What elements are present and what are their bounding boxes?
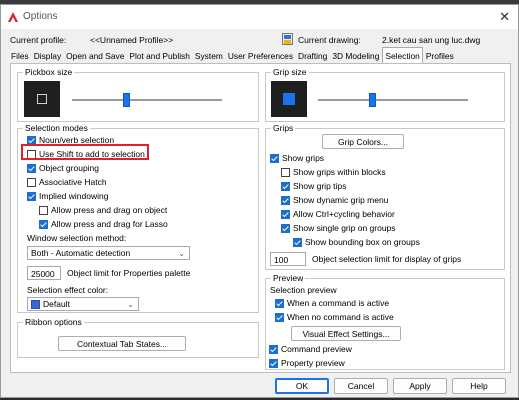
title-bar: Options ✕ xyxy=(1,5,518,29)
grip-size-slider-track xyxy=(318,99,468,101)
object-grouping-checkbox[interactable]: Object grouping xyxy=(27,163,99,173)
checkbox-box[interactable] xyxy=(27,191,36,201)
selection-effect-color-label: Selection effect color: xyxy=(27,285,109,295)
tab-system[interactable]: System xyxy=(193,49,225,63)
grip-limit-input[interactable]: 100 xyxy=(270,252,306,266)
pickbox-square-icon xyxy=(37,94,47,104)
grip-size-group: Grip size xyxy=(265,67,505,122)
checkbox-box[interactable] xyxy=(275,298,284,308)
checkbox-box[interactable] xyxy=(281,195,290,205)
checkbox-box[interactable] xyxy=(281,209,290,219)
command-preview-checkbox[interactable]: Command preview xyxy=(269,344,352,354)
grip-size-slider-thumb[interactable] xyxy=(369,93,376,107)
drawing-file-icon xyxy=(282,33,293,45)
show-bounding-box-on-groups-checkbox[interactable]: Show bounding box on groups xyxy=(293,237,420,247)
checkbox-box[interactable] xyxy=(27,149,36,159)
selection-tab-page: Pickbox size Selection modes Noun/verb s… xyxy=(10,63,511,373)
checkbox-box[interactable] xyxy=(269,358,278,368)
selection-modes-title: Selection modes xyxy=(23,123,90,133)
checkbox-box[interactable] xyxy=(293,237,302,247)
options-dialog: Options ✕ Current profile: <<Unnamed Pro… xyxy=(0,4,519,398)
grips-title: Grips xyxy=(271,123,296,133)
preview-command-active-checkbox[interactable]: When a command is active xyxy=(275,298,389,308)
ribbon-options-group: Ribbon options Contextual Tab States... xyxy=(17,317,259,358)
preview-title: Preview xyxy=(271,273,306,283)
pickbox-slider-thumb[interactable] xyxy=(123,93,130,107)
window-selection-method-label: Window selection method: xyxy=(27,233,127,243)
noun-verb-selection-checkbox[interactable]: Noun/verb selection xyxy=(27,135,114,145)
object-limit-label: Object limit for Properties palette xyxy=(67,268,191,278)
pickbox-title: Pickbox size xyxy=(23,67,75,77)
show-dynamic-grip-menu-checkbox[interactable]: Show dynamic grip menu xyxy=(281,195,388,205)
selection-preview-label: Selection preview xyxy=(270,285,337,295)
contextual-tab-states-button[interactable]: Contextual Tab States... xyxy=(58,336,186,351)
current-drawing-label: Current drawing: xyxy=(298,35,361,45)
checkbox-box[interactable] xyxy=(39,205,48,215)
apply-button[interactable]: Apply xyxy=(393,378,447,394)
press-drag-object-checkbox[interactable]: Allow press and drag on object xyxy=(39,205,167,215)
tab-drafting[interactable]: Drafting xyxy=(296,49,329,63)
grip-limit-label: Object selection limit for display of gr… xyxy=(312,254,462,264)
press-drag-lasso-checkbox[interactable]: Allow press and drag for Lasso xyxy=(39,219,168,229)
help-button[interactable]: Help xyxy=(452,378,506,394)
pickbox-preview xyxy=(24,81,60,117)
color-swatch-icon xyxy=(31,299,40,309)
grip-square-icon xyxy=(283,93,295,105)
checkbox-box[interactable] xyxy=(281,167,290,177)
tab-3d-modeling[interactable]: 3D Modeling xyxy=(330,49,381,63)
chevron-down-icon: ⌄ xyxy=(178,249,185,258)
grip-size-title: Grip size xyxy=(271,67,309,77)
autocad-logo-icon xyxy=(8,12,18,22)
tab-selection[interactable]: Selection xyxy=(382,47,423,63)
checkbox-box[interactable] xyxy=(27,163,36,173)
window-title: Options xyxy=(23,11,58,22)
ok-button[interactable]: OK xyxy=(275,378,329,394)
show-grips-checkbox[interactable]: Show grips xyxy=(270,153,324,163)
show-grips-within-blocks-checkbox[interactable]: Show grips within blocks xyxy=(281,167,386,177)
pickbox-slider-track xyxy=(72,99,222,101)
use-shift-to-add-checkbox[interactable]: Use Shift to add to selection xyxy=(27,149,145,159)
show-single-grip-on-groups-checkbox[interactable]: Show single grip on groups xyxy=(281,223,396,233)
checkbox-box[interactable] xyxy=(27,135,36,145)
current-drawing-value: 2.ket cau san ung luc.dwg xyxy=(382,35,481,45)
selection-effect-color-select[interactable]: Default ⌄ xyxy=(27,297,139,311)
tab-profiles[interactable]: Profiles xyxy=(424,49,456,63)
selection-modes-group: Selection modes Noun/verb selection Use … xyxy=(17,123,259,313)
associative-hatch-checkbox[interactable]: Associative Hatch xyxy=(27,177,107,187)
show-grip-tips-checkbox[interactable]: Show grip tips xyxy=(281,181,346,191)
implied-windowing-checkbox[interactable]: Implied windowing xyxy=(27,191,108,201)
tab-files[interactable]: Files xyxy=(9,49,31,63)
ribbon-options-title: Ribbon options xyxy=(23,317,84,327)
current-profile-value: <<Unnamed Profile>> xyxy=(90,35,174,45)
grips-group: Grips Grip Colors... Show grips Show gri… xyxy=(265,123,505,270)
grip-colors-button[interactable]: Grip Colors... xyxy=(322,134,404,149)
checkbox-box[interactable] xyxy=(281,181,290,191)
pickbox-group: Pickbox size xyxy=(17,67,259,122)
tab-display[interactable]: Display xyxy=(32,49,63,63)
window-selection-method-select[interactable]: Both - Automatic detection ⌄ xyxy=(27,246,190,260)
checkbox-box[interactable] xyxy=(275,312,284,322)
checkbox-box[interactable] xyxy=(270,153,279,163)
grip-size-preview xyxy=(271,81,307,117)
preview-no-command-active-checkbox[interactable]: When no command is active xyxy=(275,312,394,322)
object-limit-input[interactable]: 25000 xyxy=(27,266,61,280)
current-profile-label: Current profile: xyxy=(10,35,67,45)
preview-group: Preview Selection preview When a command… xyxy=(265,273,505,370)
chevron-down-icon: ⌄ xyxy=(127,300,134,309)
tab-open-and-save[interactable]: Open and Save xyxy=(64,49,126,63)
checkbox-box[interactable] xyxy=(269,344,278,354)
allow-ctrl-cycling-checkbox[interactable]: Allow Ctrl+cycling behavior xyxy=(281,209,395,219)
close-icon[interactable]: ✕ xyxy=(499,9,510,25)
tab-plot-and-publish[interactable]: Plot and Publish xyxy=(127,49,192,63)
checkbox-box[interactable] xyxy=(281,223,290,233)
property-preview-checkbox[interactable]: Property preview xyxy=(269,358,345,368)
checkbox-box[interactable] xyxy=(39,219,48,229)
cancel-button[interactable]: Cancel xyxy=(334,378,388,394)
tab-user-preferences[interactable]: User Preferences xyxy=(226,49,295,63)
visual-effect-settings-button[interactable]: Visual Effect Settings... xyxy=(291,326,401,341)
checkbox-box[interactable] xyxy=(27,177,36,187)
tab-strip: Files Display Open and Save Plot and Pub… xyxy=(9,47,457,63)
